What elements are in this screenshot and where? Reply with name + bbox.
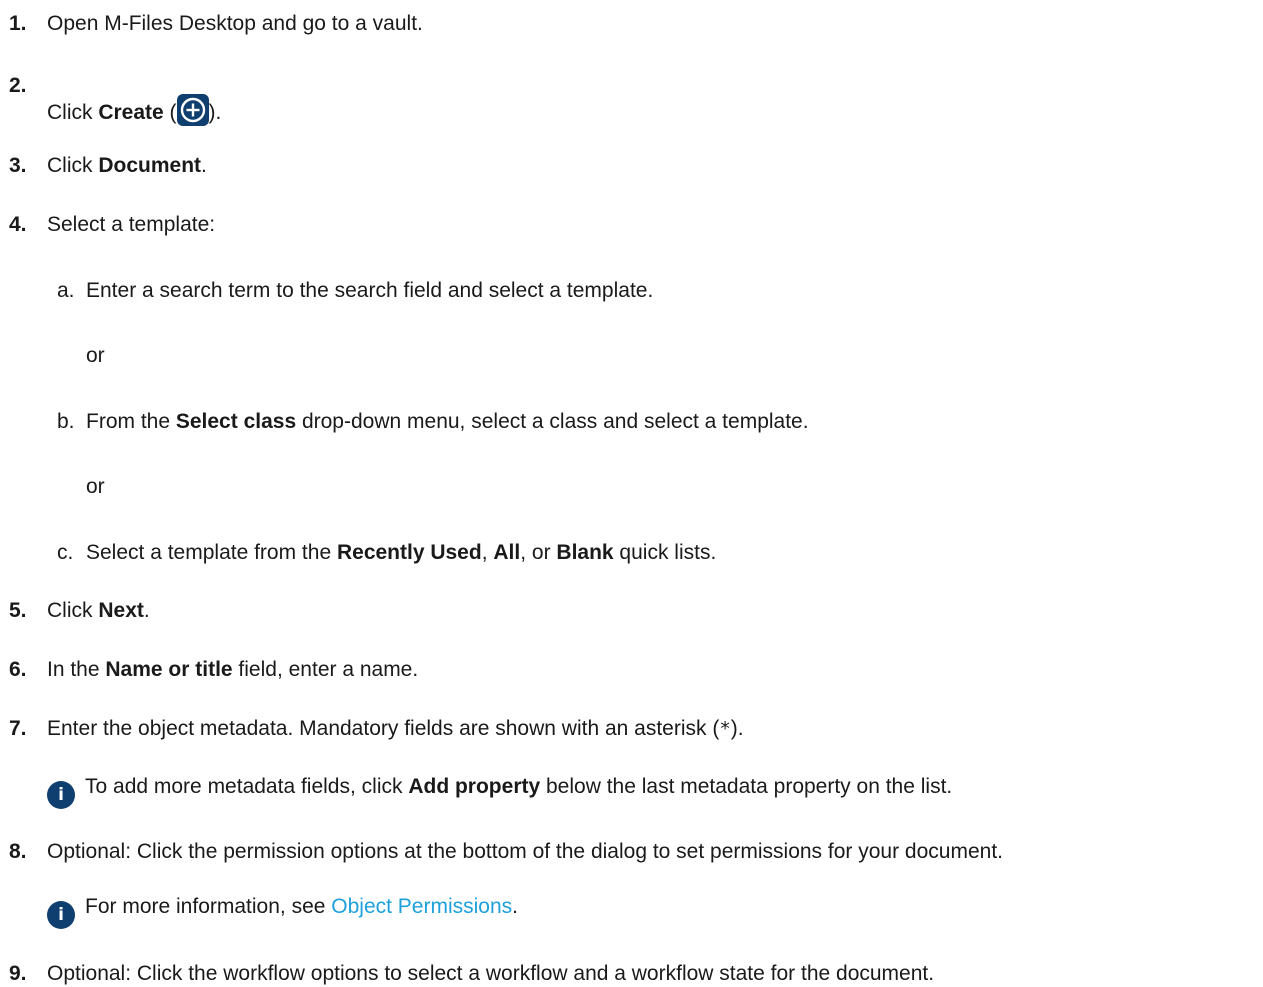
object-permissions-link[interactable]: Object Permissions [331, 895, 512, 918]
substep-text: From the Select class drop-down menu, se… [86, 410, 809, 433]
step-number: 6. [9, 658, 27, 681]
substep-letter: a. [57, 279, 75, 302]
plus-circle-icon [176, 94, 209, 126]
info-icon: i [47, 901, 75, 929]
step-number: 3. [9, 154, 27, 177]
step-text: Optional: Click the permission options a… [47, 840, 1003, 863]
step-number: 5. [9, 599, 27, 622]
note-text: To add more metadata fields, click Add p… [85, 775, 953, 798]
step-text: Optional: Click the workflow options to … [47, 962, 935, 985]
step-text: Click Next. [47, 599, 150, 622]
substep-letter: b. [57, 410, 75, 433]
step-number: 7. [9, 717, 27, 740]
step-text: Click Create (). [47, 94, 221, 126]
substep-text: Select a template from the Recently Used… [86, 541, 717, 564]
substep-text: Enter a search term to the search field … [86, 279, 654, 302]
step-number: 4. [9, 213, 27, 236]
step-number: 9. [9, 962, 27, 985]
step-text: Enter the object metadata. Mandatory fie… [47, 717, 744, 740]
step-text: Open M-Files Desktop and go to a vault. [47, 12, 423, 35]
note-text: For more information, see Object Permiss… [85, 895, 518, 918]
step-number: 2. [9, 74, 27, 97]
substep-letter: c. [57, 541, 74, 564]
step-text: Select a template: [47, 213, 216, 236]
info-icon: i [47, 781, 75, 809]
step-number: 8. [9, 840, 27, 863]
step-text: Click Document. [47, 154, 207, 177]
step-text: In the Name or title field, enter a name… [47, 658, 419, 681]
step-number: 1. [9, 12, 27, 35]
